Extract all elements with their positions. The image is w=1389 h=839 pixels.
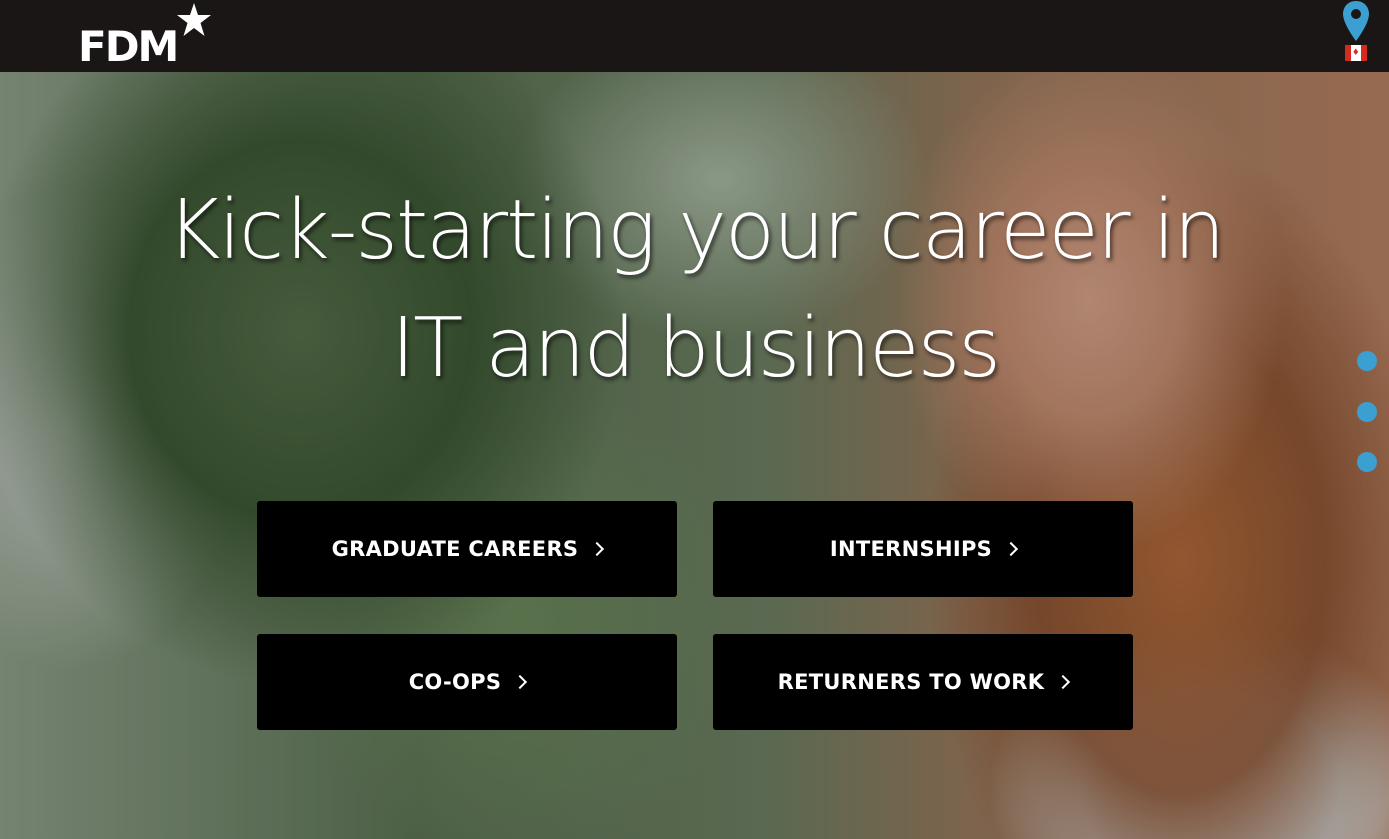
graduate-careers-label: GRADUATE CAREERS xyxy=(331,537,579,561)
chevron-right-icon xyxy=(1056,674,1071,690)
co-ops-button[interactable]: CO-OPS xyxy=(257,634,677,730)
headline-line-2: IT and business xyxy=(390,301,1001,396)
hero-headline: Kick-starting your career in IT and busi… xyxy=(100,172,1290,408)
returners-to-work-label: RETURNERS TO WORK xyxy=(777,670,1045,694)
chevron-right-icon xyxy=(513,674,528,690)
slide-dot-3[interactable] xyxy=(1357,452,1377,472)
internships-label: INTERNSHIPS xyxy=(829,537,993,561)
graduate-careers-button[interactable]: GRADUATE CAREERS xyxy=(257,501,677,597)
co-ops-label: CO-OPS xyxy=(408,670,502,694)
chevron-right-icon xyxy=(590,541,605,557)
canada-flag-icon[interactable]: ♦ xyxy=(1345,45,1367,61)
location-pin-icon[interactable] xyxy=(1342,0,1370,42)
site-header: FDM ♦ xyxy=(0,0,1389,72)
slide-dot-1[interactable] xyxy=(1357,351,1377,371)
chevron-right-icon xyxy=(1003,541,1019,557)
fdm-logo[interactable]: FDM xyxy=(78,3,218,71)
logo-text: FDM xyxy=(78,22,179,71)
internships-button[interactable]: INTERNSHIPS xyxy=(713,501,1133,597)
star-icon xyxy=(177,3,211,36)
hero-overlay xyxy=(0,0,1389,839)
slide-dot-2[interactable] xyxy=(1357,402,1377,422)
headline-line-1: Kick-starting your career in xyxy=(166,183,1226,278)
returners-to-work-button[interactable]: RETURNERS TO WORK xyxy=(713,634,1133,730)
